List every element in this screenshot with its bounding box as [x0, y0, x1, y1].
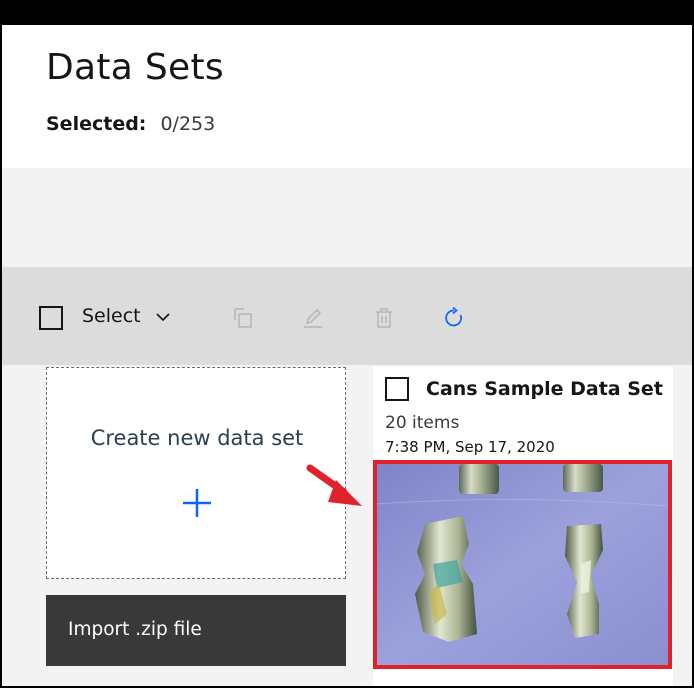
toolbar: Select: [2, 267, 692, 365]
data-sets-page: Data Sets Selected: 0/253 Select Create …: [2, 25, 692, 686]
data-set-date: 7:38 PM, Sep 17, 2020: [385, 438, 555, 456]
page-header: Data Sets Selected: 0/253: [2, 25, 692, 168]
select-all-checkbox[interactable]: [39, 306, 63, 330]
data-set-checkbox[interactable]: [385, 377, 409, 401]
data-set-thumbnail[interactable]: [373, 460, 672, 669]
window-frame: Data Sets Selected: 0/253 Select Create …: [0, 0, 694, 688]
select-dropdown[interactable]: Select: [82, 305, 171, 327]
duplicate-icon[interactable]: [230, 305, 256, 331]
data-set-name: Cans Sample Data Set: [426, 378, 663, 400]
create-data-set-card[interactable]: Create new data set: [46, 367, 346, 579]
page-title: Data Sets: [46, 47, 224, 88]
data-set-item-count: 20 items: [385, 413, 460, 433]
delete-icon[interactable]: [371, 305, 397, 331]
edit-icon[interactable]: [300, 305, 326, 331]
import-zip-button[interactable]: Import .zip file: [46, 595, 346, 666]
create-data-set-label: Create new data set: [90, 426, 304, 450]
red-arrow-annotation: [306, 462, 366, 512]
plus-icon: [182, 488, 212, 518]
selection-count-label: Selected:: [46, 113, 147, 135]
selection-count-value: 0/253: [160, 113, 216, 135]
selection-count: Selected: 0/253: [46, 113, 215, 135]
chevron-down-icon: [155, 308, 171, 324]
refresh-icon[interactable]: [441, 305, 467, 331]
data-set-card[interactable]: Cans Sample Data Set 20 items 7:38 PM, S…: [373, 367, 673, 686]
select-dropdown-label: Select: [82, 305, 141, 327]
